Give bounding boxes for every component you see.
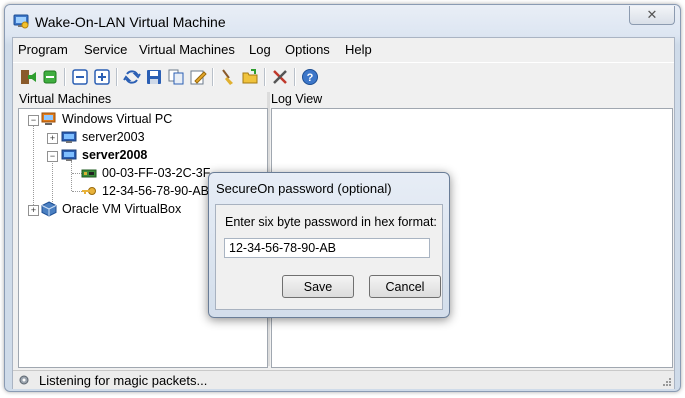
open-folder-icon[interactable] [241, 68, 259, 86]
collapse-icon[interactable] [71, 68, 89, 86]
toolbar: ? [13, 62, 674, 91]
key-icon [82, 187, 96, 195]
tree-item-label: server2008 [82, 148, 148, 162]
tree-item-label: 00-03-FF-03-2C-3F [102, 166, 211, 180]
exit-icon[interactable] [19, 68, 37, 86]
tree-item-server2008[interactable]: server2008 [61, 146, 147, 164]
close-button[interactable]: ✕ [629, 6, 675, 25]
cancel-button[interactable]: Cancel [369, 275, 441, 298]
start-icon[interactable] [41, 68, 59, 86]
virtualbox-icon [41, 201, 57, 217]
toolbar-separator [212, 68, 214, 86]
tree-item-mac-address[interactable]: 00-03-FF-03-2C-3F [81, 164, 210, 182]
toolbar-separator [116, 68, 118, 86]
tree-item-label: Windows Virtual PC [62, 112, 173, 126]
tree-item-virtualbox[interactable]: Oracle VM VirtualBox [41, 200, 181, 218]
save-icon[interactable] [145, 68, 163, 86]
gear-icon [19, 375, 29, 385]
resize-grip-icon[interactable] [662, 377, 672, 387]
refresh-icon[interactable] [123, 68, 141, 86]
toolbar-separator [264, 68, 266, 86]
title-bar[interactable]: Wake-On-LAN Virtual Machine ✕ [5, 5, 680, 37]
tree-connector [71, 161, 72, 191]
tree-item-server2003[interactable]: server2003 [61, 128, 145, 146]
menu-program[interactable]: Program [18, 42, 68, 57]
expander-collapse[interactable]: − [47, 151, 58, 162]
menu-options[interactable]: Options [285, 42, 330, 57]
menu-service[interactable]: Service [84, 42, 127, 57]
tree-item-label: server2003 [82, 130, 145, 144]
tree-item-windows-virtual-pc[interactable]: Windows Virtual PC [41, 110, 172, 128]
computer-icon [61, 131, 77, 143]
secureon-password-dialog: SecureOn password (optional) Enter six b… [208, 172, 450, 318]
status-bar: Listening for magic packets... [13, 370, 674, 389]
password-label: Enter six byte password in hex format: [225, 215, 437, 229]
tools-icon[interactable] [271, 68, 289, 86]
expander-collapse[interactable]: − [28, 115, 39, 126]
svg-text:?: ? [307, 72, 314, 84]
toolbar-separator [294, 68, 296, 86]
dialog-body: Enter six byte password in hex format: S… [215, 204, 443, 310]
window-title: Wake-On-LAN Virtual Machine [35, 14, 226, 30]
menu-log[interactable]: Log [249, 42, 271, 57]
virtual-pc-icon [41, 112, 56, 125]
help-icon[interactable]: ? [301, 68, 319, 86]
expander-expand[interactable]: + [47, 133, 58, 144]
status-text: Listening for magic packets... [39, 373, 208, 388]
expand-icon[interactable] [93, 68, 111, 86]
computer-icon [61, 149, 77, 161]
network-card-icon [81, 169, 97, 178]
menu-bar: Program Service Virtual Machines Log Opt… [13, 38, 674, 60]
toolbar-separator [64, 68, 66, 86]
expander-expand[interactable]: + [28, 205, 39, 216]
app-icon [13, 14, 29, 29]
copy-icon[interactable] [167, 68, 185, 86]
tree-item-password[interactable]: 12-34-56-78-90-AB [81, 182, 209, 200]
tree-item-label: Oracle VM VirtualBox [62, 202, 182, 216]
tree-item-label: 12-34-56-78-90-AB [102, 184, 210, 198]
menu-virtual-machines[interactable]: Virtual Machines [139, 42, 235, 57]
password-input[interactable] [224, 238, 430, 258]
log-panel-label: Log View [271, 92, 323, 106]
tree-connector [33, 125, 34, 207]
tree-panel-label: Virtual Machines [19, 92, 112, 106]
save-button[interactable]: Save [282, 275, 354, 298]
clear-icon[interactable] [219, 68, 237, 86]
dialog-title: SecureOn password (optional) [216, 181, 392, 196]
menu-help[interactable]: Help [345, 42, 372, 57]
edit-icon[interactable] [189, 68, 207, 86]
close-icon: ✕ [646, 7, 658, 22]
